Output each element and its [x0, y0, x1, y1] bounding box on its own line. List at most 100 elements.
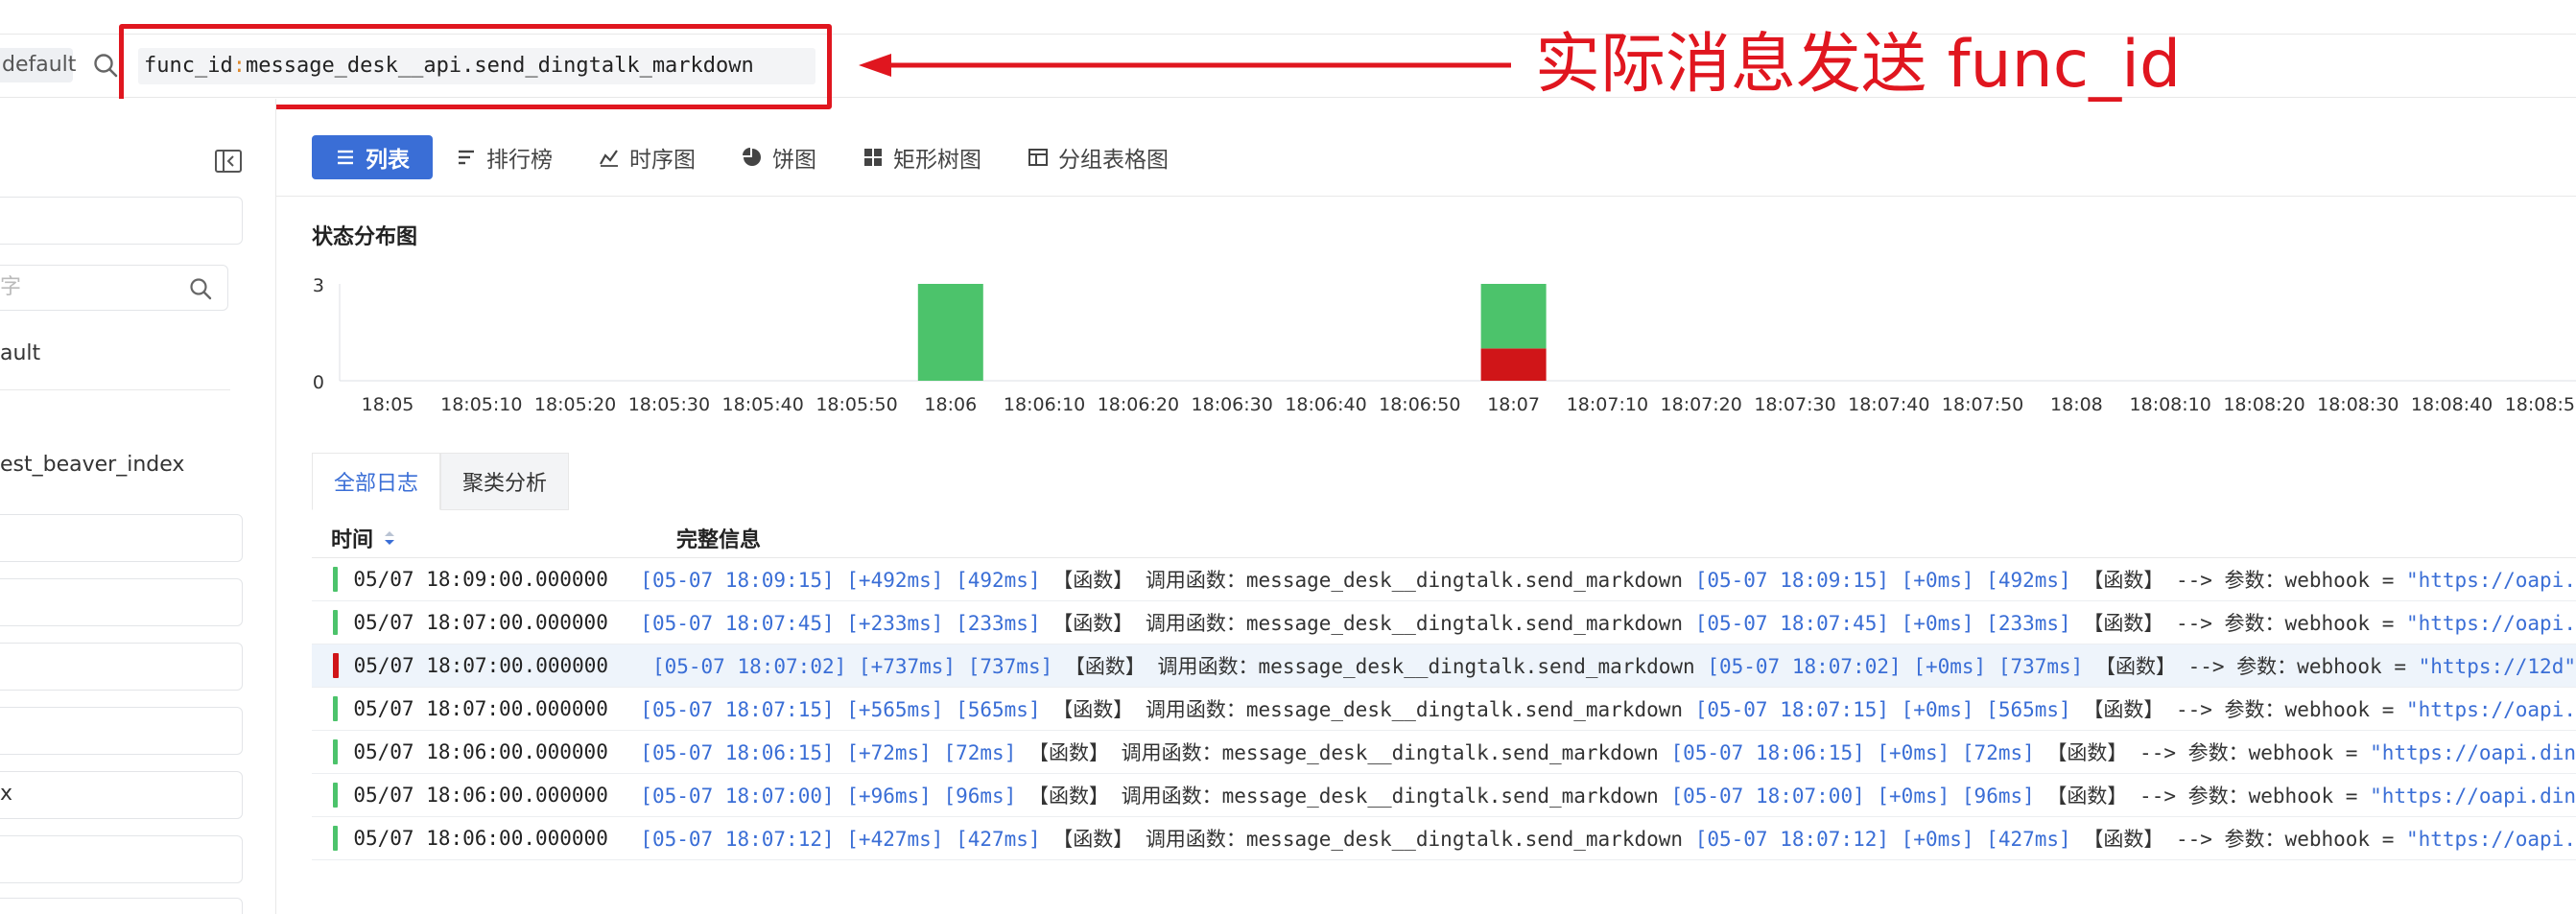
- message-part: [492ms]: [956, 569, 1041, 592]
- x-tick-label: 18:07:20: [1661, 394, 1742, 415]
- viz-tab[interactable]: 排行榜: [433, 135, 576, 179]
- treemap-icon: [863, 147, 884, 168]
- message-part: [05-07 18:06:15]: [640, 741, 835, 764]
- viz-tab[interactable]: 列表: [312, 135, 433, 179]
- row-message: [05-07 18:07:02] [+737ms] [737ms] 【函数】 调…: [652, 651, 2576, 680]
- sidebar-field-box[interactable]: [0, 514, 243, 562]
- ranking-icon: [456, 147, 477, 168]
- sidebar-index-label[interactable]: ault: [0, 340, 40, 368]
- row-time: 05/07 18:06:00.000000: [353, 827, 608, 850]
- query-separator: :: [232, 54, 246, 78]
- message-part: 【函数】 调用函数：message_desk__dingtalk.send_ma…: [1040, 828, 1695, 851]
- message-part: 【函数】 调用函数：message_desk__dingtalk.send_ma…: [1040, 698, 1695, 721]
- log-tab[interactable]: 全部日志: [312, 453, 441, 510]
- message-part: [05-07 18:09:15]: [640, 569, 835, 592]
- message-part: [+72ms]: [846, 741, 932, 764]
- message-part: [492ms]: [1986, 569, 2071, 592]
- table-row[interactable]: 05/07 18:07:00.000000 [05-07 18:07:02] [+…: [312, 644, 2576, 688]
- message-part: "https://12d": [2418, 655, 2576, 678]
- message-part: 【函数】 --> 参数：webhook =: [2034, 785, 2371, 808]
- column-header-time[interactable]: 时间: [312, 523, 676, 553]
- x-tick-label: 18:07:10: [1567, 394, 1648, 415]
- row-message: [05-07 18:07:15] [+565ms] [565ms] 【函数】 调…: [640, 694, 2576, 723]
- sidebar-field-box[interactable]: [0, 643, 243, 691]
- viz-tab[interactable]: 时序图: [576, 135, 719, 179]
- message-part: [+0ms]: [1901, 612, 1974, 635]
- viz-tab-label: 排行榜: [486, 148, 553, 173]
- table-row[interactable]: 05/07 18:07:00.000000 [05-07 18:07:15] [+…: [312, 688, 2576, 731]
- chart-title: 状态分布图: [312, 225, 418, 249]
- viz-tab[interactable]: 饼图: [719, 135, 839, 179]
- chart-bar-error[interactable]: [1480, 348, 1547, 381]
- viz-tab-label: 矩形树图: [893, 148, 981, 173]
- sidebar-field-box[interactable]: [0, 578, 243, 626]
- message-part: 【函数】 调用函数：message_desk__dingtalk.send_ma…: [1016, 785, 1671, 808]
- message-part: [05-07 18:07:15]: [1694, 698, 1889, 721]
- x-tick-label: 18:05:30: [628, 394, 710, 415]
- message-part: "https://oapi.: [2405, 612, 2576, 635]
- index-tag[interactable]: default: [0, 48, 76, 82]
- message-part: 【函数】 --> 参数：webhook =: [2083, 655, 2419, 678]
- y-tick-label: 3: [313, 275, 324, 296]
- message-part: [05-07 18:07:02]: [651, 655, 847, 678]
- status-indicator: [333, 739, 339, 764]
- sidebar-field-box[interactable]: [0, 707, 243, 755]
- x-tick-label: 18:05:10: [440, 394, 522, 415]
- message-part: [+0ms]: [1877, 741, 1950, 764]
- search-icon: [94, 54, 118, 78]
- column-time-label: 时间: [331, 527, 374, 552]
- status-indicator: [333, 610, 339, 635]
- x-tick-label: 18:05:40: [722, 394, 804, 415]
- row-message: [05-07 18:09:15] [+492ms] [492ms] 【函数】 调…: [640, 565, 2576, 594]
- x-tick-label: 18:06: [924, 394, 977, 415]
- viz-tab[interactable]: 矩形树图: [839, 135, 1004, 179]
- message-part: [+96ms]: [846, 785, 932, 808]
- sidebar-field-box[interactable]: [0, 898, 243, 914]
- log-tab[interactable]: 聚类分析: [440, 453, 570, 510]
- table-row[interactable]: 05/07 18:09:00.000000 [05-07 18:09:15] [+…: [312, 558, 2576, 601]
- chart-bar-normal[interactable]: [1480, 284, 1547, 349]
- sidebar-collapse-icon[interactable]: [213, 146, 244, 176]
- message-part: [05-07 18:07:02]: [1707, 655, 1902, 678]
- message-part: 【函数】 --> 参数：webhook =: [2070, 698, 2406, 721]
- message-part: 【函数】 --> 参数：webhook =: [2034, 741, 2371, 764]
- sidebar-field-box[interactable]: x: [0, 771, 243, 819]
- sidebar-field-label: x: [0, 782, 13, 806]
- x-tick-label: 18:05:50: [815, 394, 897, 415]
- sidebar-select[interactable]: [0, 197, 243, 245]
- message-part: [233ms]: [956, 612, 1041, 635]
- timeseries-icon: [599, 147, 620, 168]
- message-part: [96ms]: [1961, 785, 2035, 808]
- sidebar-index-name[interactable]: est_beaver_index: [0, 451, 184, 480]
- row-time: 05/07 18:06:00.000000: [353, 740, 608, 763]
- table-row[interactable]: 05/07 18:06:00.000000 [05-07 18:07:00] [+…: [312, 774, 2576, 817]
- message-part: [05-07 18:07:15]: [640, 698, 835, 721]
- group-table-icon: [1028, 147, 1049, 168]
- x-tick-label: 18:08:50: [2505, 394, 2576, 415]
- message-part: 【函数】 调用函数：message_desk__dingtalk.send_ma…: [1016, 741, 1671, 764]
- message-part: [05-07 18:09:15]: [1694, 569, 1889, 592]
- message-part: [565ms]: [1986, 698, 2071, 721]
- x-tick-label: 18:06:30: [1192, 394, 1273, 415]
- sort-icon[interactable]: [383, 529, 396, 547]
- query-input[interactable]: func_id:message_desk__api.send_dingtalk_…: [138, 48, 815, 84]
- table-row[interactable]: 05/07 18:06:00.000000 [05-07 18:07:12] [+…: [312, 817, 2576, 860]
- message-part: [+0ms]: [1901, 698, 1974, 721]
- table-row[interactable]: 05/07 18:07:00.000000 [05-07 18:07:45] [+…: [312, 601, 2576, 644]
- x-tick-label: 18:07: [1487, 394, 1540, 415]
- x-tick-label: 18:07:30: [1754, 394, 1835, 415]
- message-part: [737ms]: [1997, 655, 2084, 678]
- divider: [276, 196, 2576, 197]
- x-tick-label: 18:07:50: [1942, 394, 2023, 415]
- message-part: 【函数】 调用函数：message_desk__dingtalk.send_ma…: [1040, 612, 1695, 635]
- x-tick-label: 18:05: [362, 394, 414, 415]
- annotation-arrow-icon: [859, 54, 1511, 77]
- chart-bar-normal[interactable]: [917, 284, 983, 381]
- sidebar-field-box[interactable]: [0, 835, 243, 883]
- table-row[interactable]: 05/07 18:06:00.000000 [05-07 18:06:15] [+…: [312, 731, 2576, 774]
- viz-tab[interactable]: 分组表格图: [1004, 135, 1192, 179]
- table-body: 05/07 18:09:00.000000 [05-07 18:09:15] [+…: [312, 558, 2576, 860]
- y-tick-label: 0: [313, 372, 324, 393]
- row-time: 05/07 18:07:00.000000: [353, 654, 609, 677]
- message-part: [05-07 18:07:12]: [640, 828, 835, 851]
